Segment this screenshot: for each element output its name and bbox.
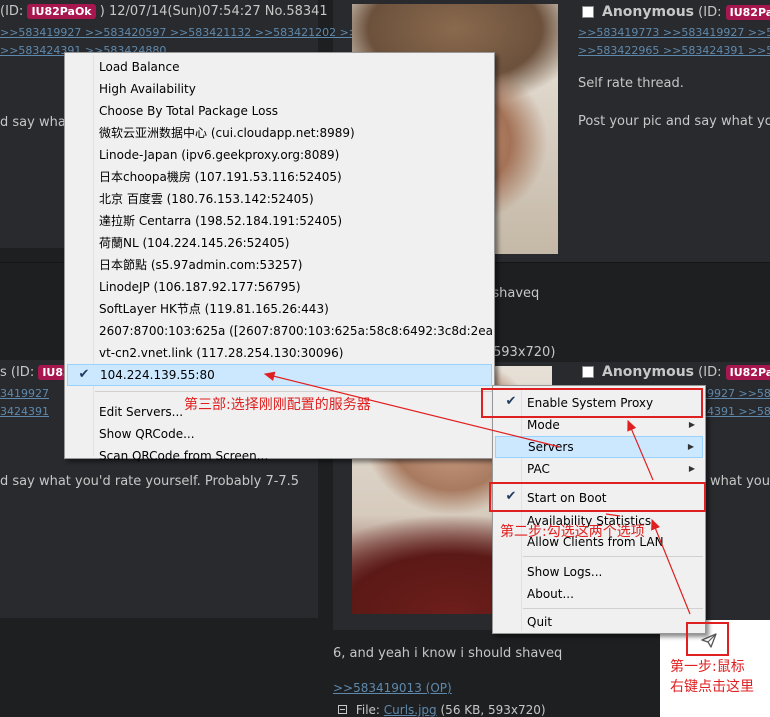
arrow-step1 — [651, 518, 691, 615]
arrow-step2-a — [627, 419, 654, 481]
annotation-arrows — [263, 371, 691, 615]
arrow-step2-b — [605, 513, 621, 517]
arrow-step3 — [263, 371, 561, 448]
